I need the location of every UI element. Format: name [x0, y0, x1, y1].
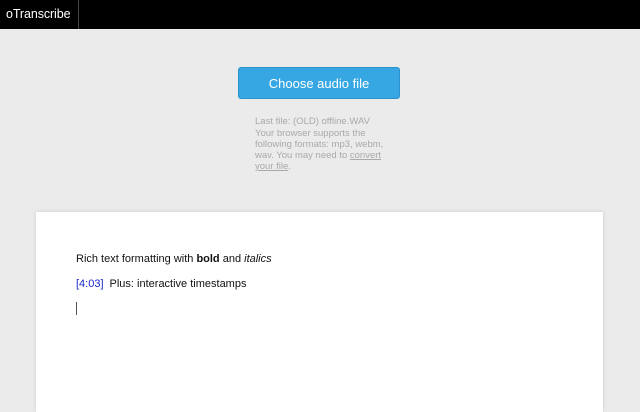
editor-line-1: Rich text formatting with bold and itali…	[76, 252, 272, 266]
top-bar: oTranscribe	[0, 0, 640, 29]
editor-content[interactable]: Rich text formatting with bold and itali…	[76, 252, 272, 315]
app-brand[interactable]: oTranscribe	[0, 0, 80, 29]
line1-prefix: Rich text formatting with	[76, 253, 197, 265]
text-caret	[76, 302, 77, 315]
bold-text: bold	[196, 253, 220, 265]
editor-line-2: [4:03] Plus: interactive timestamps	[76, 277, 272, 291]
choose-audio-file-button[interactable]: Choose audio file	[238, 67, 400, 99]
transcript-editor[interactable]: Rich text formatting with bold and itali…	[36, 212, 603, 412]
italic-text: italics	[244, 253, 272, 265]
timestamp-link[interactable]: [4:03]	[76, 278, 104, 290]
format-support-text: Your browser supports the following form…	[255, 128, 395, 172]
line2-text: Plus: interactive timestamps	[109, 278, 247, 290]
format-support-period: .	[288, 161, 291, 172]
file-info: Last file: (OLD) offline.WAV Your browse…	[255, 116, 395, 172]
last-file-text: Last file: (OLD) offline.WAV	[255, 116, 370, 127]
line1-mid: and	[219, 253, 245, 265]
